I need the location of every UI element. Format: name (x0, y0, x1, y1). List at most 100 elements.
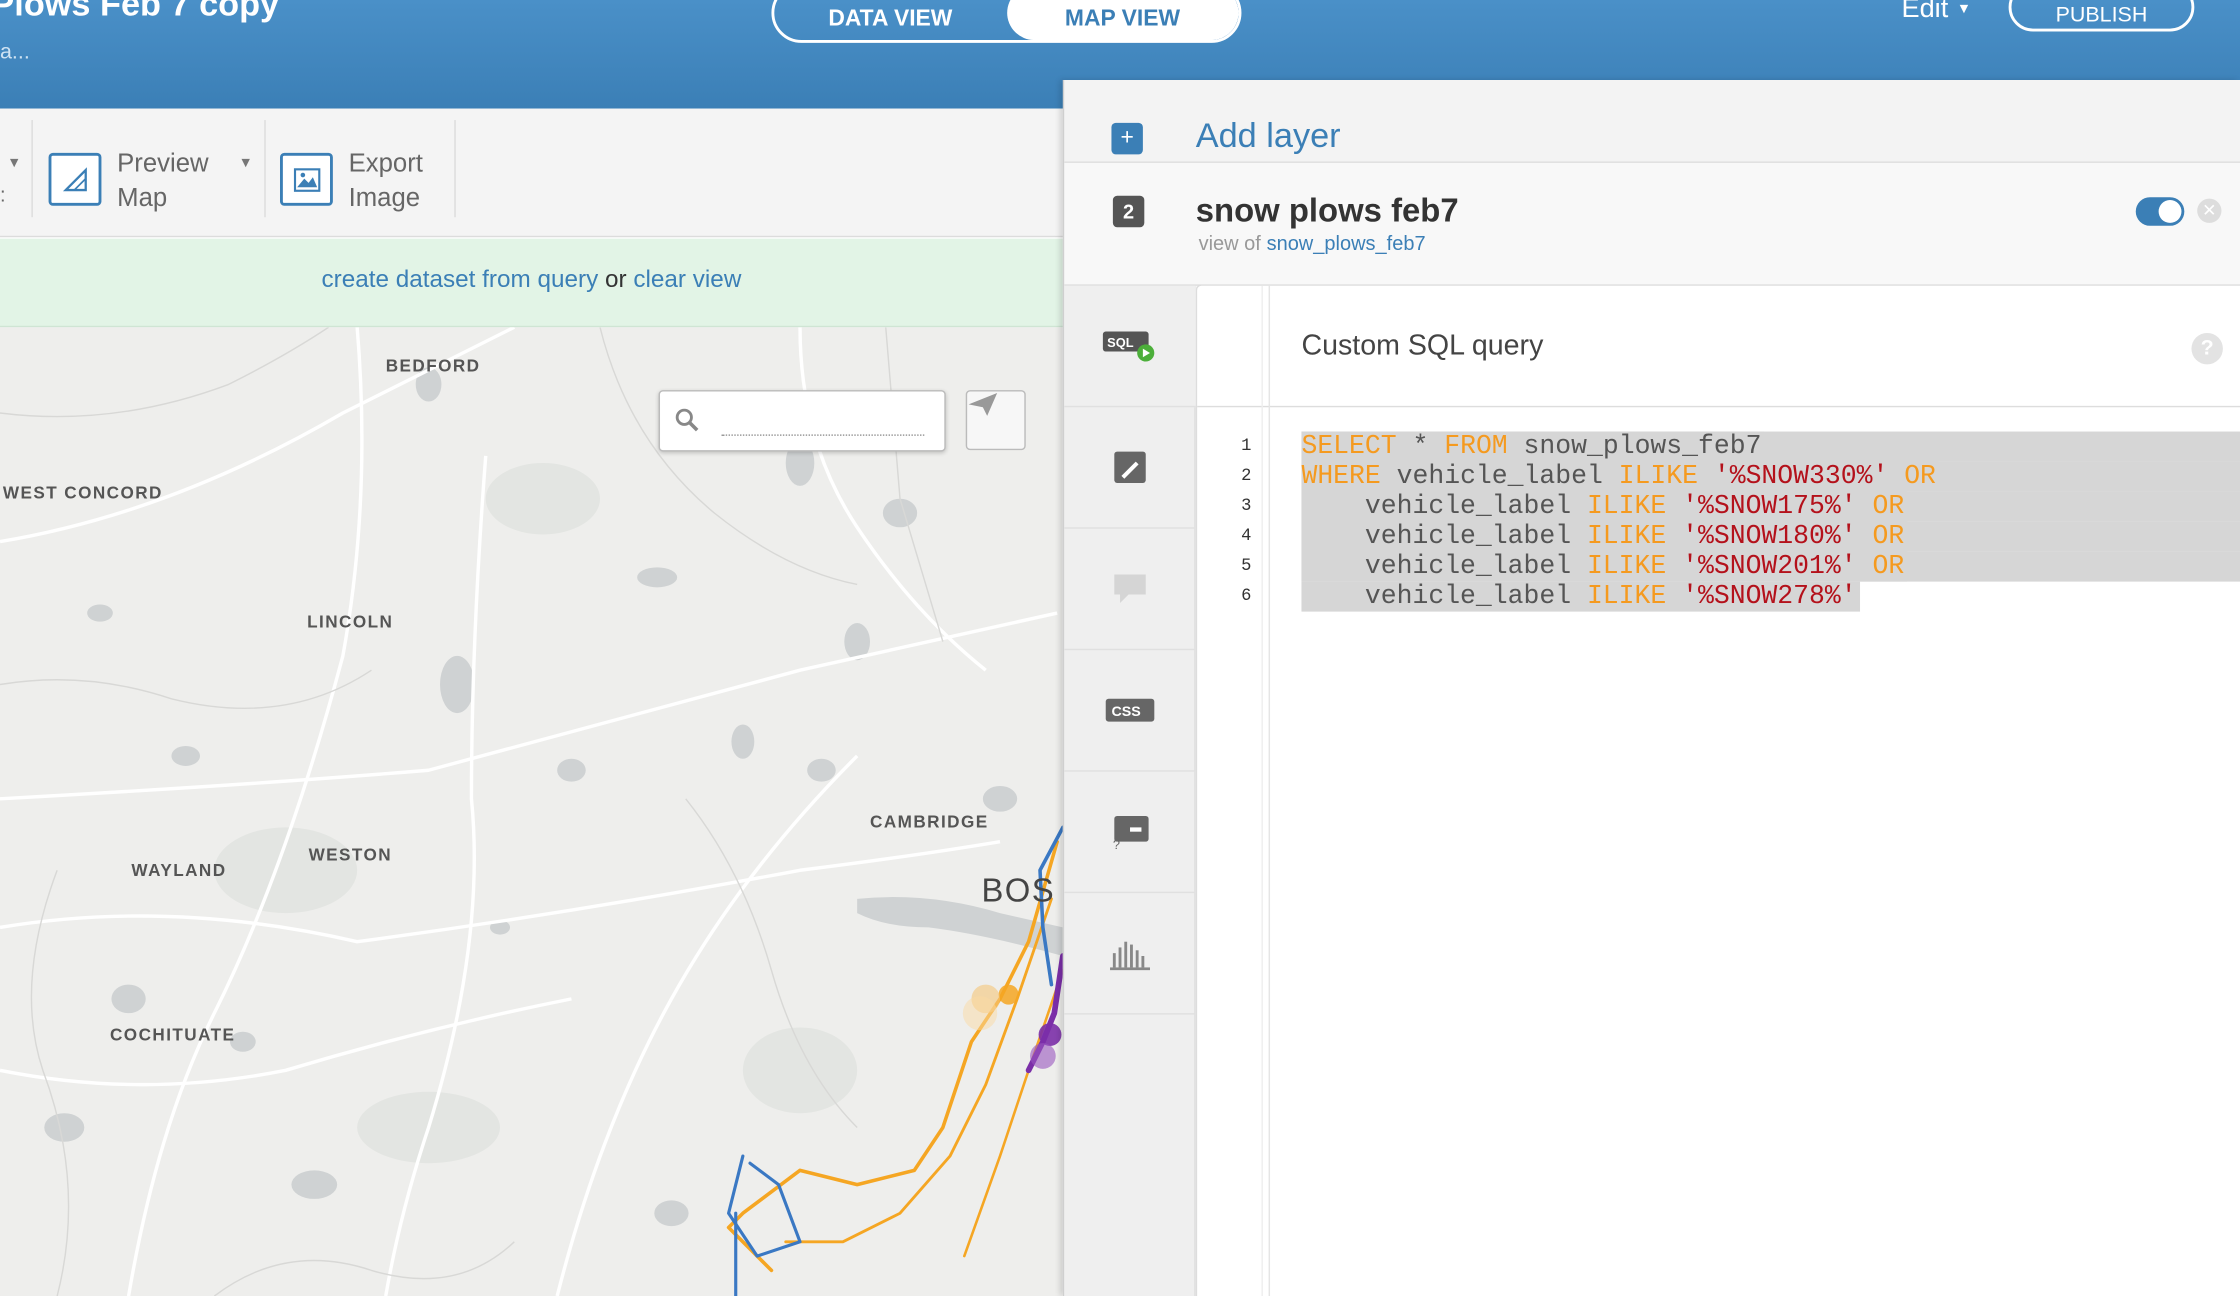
toggle-knob (2158, 200, 2182, 223)
svg-text:CSS: CSS (1111, 704, 1140, 720)
sql-keyword: SELECT (1301, 431, 1397, 462)
bar-chart-icon (1110, 941, 1151, 971)
line-number: 6 (1241, 585, 1252, 606)
legend-icon: ? (1113, 815, 1149, 850)
sql-string: '%SNOW330%' (1713, 461, 1889, 492)
sql-keyword: OR (1872, 521, 1905, 552)
edit-menu[interactable]: Edit ▼ (1901, 0, 1971, 26)
locate-button[interactable] (965, 390, 1026, 451)
publish-button[interactable]: PUBLISH (2008, 0, 2195, 32)
export-image-button[interactable]: Export Image (280, 146, 423, 215)
layer-tabs: SQL CSS ? (1064, 285, 1196, 1296)
editor-header: Custom SQL query ? (1197, 286, 2240, 408)
create-dataset-link[interactable]: create dataset from query (322, 266, 599, 293)
code-text: vehicle_label ILIKE '%SNOW201%' OR (1301, 551, 1908, 582)
image-icon (280, 152, 333, 206)
code-text: vehicle_label ILIKE '%SNOW278%' (1301, 581, 1860, 612)
place-label: BEDFORD (385, 355, 481, 376)
place-label: WEST CONCORD (2, 483, 163, 504)
map-title[interactable]: Plows Feb 7 copy (0, 0, 279, 26)
code-line[interactable]: 3 vehicle_label ILIKE '%SNOW175%' OR (1197, 491, 2240, 522)
sql-string: '%SNOW180%' (1682, 521, 1857, 552)
code-line[interactable]: 1 SELECT * FROM snow_plows_feb7 (1197, 431, 2240, 462)
line-number: 3 (1241, 495, 1252, 516)
add-layer-label[interactable]: Add layer (1196, 117, 1341, 157)
sql-text: snow_plows_feb7 (1507, 431, 1762, 462)
sql-keyword: ILIKE (1618, 461, 1698, 492)
add-layer-row[interactable]: + Add layer (1064, 80, 2240, 163)
line-number: 5 (1241, 555, 1252, 576)
export-label-1: Export (348, 148, 423, 178)
code-text: SELECT * FROM snow_plows_feb7 (1301, 431, 1765, 462)
code-line[interactable]: 4 vehicle_label ILIKE '%SNOW180%' OR (1197, 521, 2240, 552)
query-notice-bar: create dataset from query or clear view (0, 238, 1063, 328)
layer-source-link[interactable]: snow_plows_feb7 (1267, 231, 1426, 254)
view-of-label: view of (1198, 231, 1261, 255)
map-description[interactable]: a... (0, 40, 30, 64)
sql-text: vehicle_label (1380, 461, 1619, 492)
search-icon (675, 408, 699, 432)
sql-string: '%SNOW175%' (1682, 491, 1857, 522)
code-line[interactable]: 6 vehicle_label ILIKE '%SNOW278%' (1197, 581, 2240, 612)
layer-name[interactable]: snow plows feb7 (1196, 191, 1459, 230)
chevron-down-icon[interactable]: ▼ (7, 156, 21, 172)
place-label: WAYLAND (131, 860, 227, 881)
layer-number-badge: 2 (1112, 195, 1145, 228)
sql-text: vehicle_label (1301, 551, 1587, 582)
place-label: COCHITUATE (110, 1024, 236, 1045)
preview-map-button[interactable]: Preview Map (48, 146, 209, 215)
export-label-2: Image (348, 182, 421, 212)
layer-visibility-toggle[interactable] (2135, 197, 2185, 226)
preview-label-1: Preview (117, 148, 209, 178)
help-icon[interactable]: ? (2191, 332, 2223, 365)
chevron-down-icon[interactable]: ▼ (239, 156, 253, 172)
sql-keyword: ILIKE (1586, 491, 1667, 522)
map-search-input[interactable] (658, 390, 946, 452)
chevron-down-icon: ▼ (1956, 2, 1971, 18)
map-canvas[interactable]: BEDFORD WEST CONCORD LINCOLN CAMBRIDGE B… (0, 327, 1063, 1296)
infowindow-tab[interactable] (1064, 529, 1196, 651)
layer-panel: + Add layer 2 snow plows feb7 view of sno… (1062, 80, 2240, 1296)
filters-tab[interactable] (1064, 893, 1196, 1015)
sql-keyword: WHERE (1301, 461, 1381, 492)
wizard-tab[interactable] (1064, 407, 1196, 529)
sql-string: '%SNOW278%' (1682, 581, 1857, 612)
sql-keyword: ILIKE (1586, 551, 1667, 582)
layer-source-info: view of snow_plows_feb7 (1199, 231, 1426, 254)
layer-header: 2 snow plows feb7 view of snow_plows_feb7… (1064, 162, 2240, 286)
tab-data-view[interactable]: DATA VIEW (774, 0, 1006, 40)
place-label: WESTON (308, 844, 393, 865)
editor-title: Custom SQL query (1301, 330, 1544, 362)
clear-view-link[interactable]: clear view (633, 266, 741, 293)
toolbar-divider (454, 120, 456, 218)
code-text: vehicle_label ILIKE '%SNOW180%' OR (1301, 521, 1908, 552)
preview-map-icon (48, 152, 102, 206)
toolbar-divider (264, 120, 266, 218)
sql-text: * (1396, 431, 1445, 462)
truncated-label: : (0, 182, 6, 206)
css-icon: CSS (1105, 698, 1155, 722)
sql-tab[interactable]: SQL (1064, 285, 1196, 408)
code-line[interactable]: 2 WHERE vehicle_label ILIKE '%SNOW330%' O… (1197, 461, 2240, 492)
code-line[interactable]: 5 vehicle_label ILIKE '%SNOW201%' OR (1197, 551, 2240, 582)
sql-editor-pane: Custom SQL query ? 1 SELECT * FROM snow_p… (1195, 284, 2240, 1296)
map-toolbar: ▼ : Preview Map ▼ Export Image (0, 108, 1063, 238)
css-tab[interactable]: CSS (1064, 650, 1196, 772)
close-icon[interactable]: ✕ (2197, 198, 2222, 223)
preview-label-2: Map (117, 182, 168, 212)
line-number: 4 (1241, 525, 1252, 546)
toolbar-divider (31, 120, 33, 218)
legend-tab[interactable]: ? (1064, 772, 1196, 894)
edit-menu-label: Edit (1901, 0, 1949, 25)
line-number: 2 (1241, 465, 1252, 486)
tab-map-view[interactable]: MAP VIEW (1006, 0, 1239, 41)
search-field-underline (721, 434, 925, 436)
sql-code-editor[interactable]: 1 SELECT * FROM snow_plows_feb7 2 WHERE veh… (1197, 431, 2240, 612)
